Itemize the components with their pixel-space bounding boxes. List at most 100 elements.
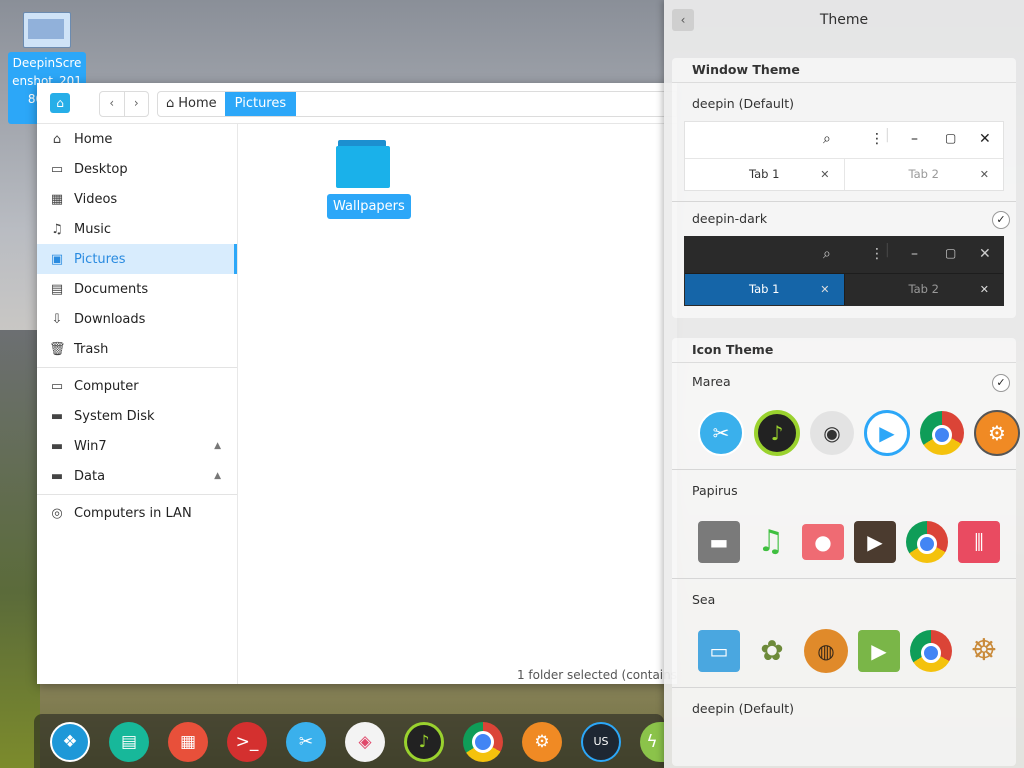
sidebar-item-home[interactable]: ⌂ Home xyxy=(37,124,237,154)
file-view[interactable]: Wallpapers 1 folder selected (contains xyxy=(238,124,677,684)
search-icon: ⌕ xyxy=(823,246,831,262)
file-manager-icon: ▭ xyxy=(698,630,740,672)
sidebar-item-trash[interactable]: 🗑 Trash xyxy=(37,334,237,364)
status-bar-text: 1 folder selected (contains xyxy=(516,668,677,682)
icon-theme-name: Papirus xyxy=(692,483,738,498)
navigation-buttons: ‹ › xyxy=(99,91,149,117)
folder-label: Wallpapers xyxy=(327,194,411,219)
sidebar-item-win7[interactable]: ▬ Win7 ▲ xyxy=(37,431,237,461)
preview-tab-2: Tab 2 ✕ xyxy=(843,274,1004,305)
icon-theme-header: Icon Theme xyxy=(672,338,1016,363)
chrome-icon[interactable] xyxy=(463,722,503,762)
minimize-icon: – xyxy=(911,131,918,147)
breadcrumb: ⌂ Home Pictures xyxy=(157,91,677,117)
maximize-icon: ▢ xyxy=(945,131,957,145)
settings-icon: ⚙ xyxy=(974,410,1020,456)
power-icon[interactable]: ϟ xyxy=(640,722,664,762)
home-icon: ⌂ xyxy=(52,131,62,147)
icon-theme-section: Icon Theme Marea ✓ ✂ ♪ ◉ ▶ ⚙ Papirus ▬ ♫… xyxy=(672,338,1020,766)
preview-tab-1: Tab 1 ✕ xyxy=(685,159,844,190)
sidebar-item-label: Desktop xyxy=(74,161,128,177)
music-icon: ♫ xyxy=(51,221,63,237)
forward-arrow-icon[interactable]: › xyxy=(123,92,149,116)
control-center-icon[interactable]: ▤ xyxy=(109,722,149,762)
sidebar-item-label: Downloads xyxy=(74,311,146,327)
keyboard-layout-icon[interactable]: US xyxy=(581,722,621,762)
sidebar-item-computers-in-lan[interactable]: ◎ Computers in LAN xyxy=(37,498,237,528)
sea-icon-preview[interactable]: ▭ ✿ ◍ ▶ ☸ xyxy=(672,617,1016,687)
tab-close-icon: ✕ xyxy=(820,168,830,181)
window-theme-name: deepin (Default) xyxy=(692,96,795,111)
panel-title: Theme xyxy=(819,12,869,28)
maximize-icon: ▢ xyxy=(945,246,957,260)
icon-theme-option-sea[interactable]: Sea xyxy=(672,583,1016,617)
downloads-icon: ⇩ xyxy=(51,311,63,327)
preview-tab-1: Tab 1 ✕ xyxy=(685,274,844,305)
keyboard-layout-label: US xyxy=(593,735,609,748)
music-icon: ♪ xyxy=(754,410,800,456)
app-store-icon[interactable]: ◈ xyxy=(345,722,385,762)
turtle-icon: ✿ xyxy=(760,634,784,667)
sidebar-item-data[interactable]: ▬ Data ▲ xyxy=(37,461,237,491)
sidebar-item-documents[interactable]: ▤ Documents xyxy=(37,274,237,304)
network-icon: ◎ xyxy=(51,505,63,521)
ship-wheel-icon: ☸ xyxy=(970,633,998,668)
icon-theme-option-papirus[interactable]: Papirus xyxy=(672,474,1016,508)
minimize-icon: – xyxy=(911,246,918,262)
sidebar-item-label: Videos xyxy=(74,191,118,207)
screenshot-thumbnail-icon xyxy=(23,12,71,48)
mixer-icon: ⫼ xyxy=(958,521,1000,563)
eject-icon[interactable]: ▲ xyxy=(214,471,221,481)
window-theme-option-deepin[interactable]: deepin (Default) xyxy=(672,87,1016,121)
documents-icon: ▤ xyxy=(50,281,64,297)
breadcrumb-home[interactable]: ⌂ Home xyxy=(158,92,225,116)
icon-theme-option-marea[interactable]: Marea ✓ xyxy=(672,365,1016,399)
sidebar-item-computer[interactable]: ▭ Computer xyxy=(37,371,237,401)
workspace-icon[interactable]: ▦ xyxy=(168,722,208,762)
trash-icon: 🗑 xyxy=(49,341,66,357)
window-theme-preview-light[interactable]: ⌕ ⋮ | – ▢ ✕ Tab 1 ✕ Tab 2 ✕ xyxy=(684,121,1004,191)
disk-icon: ▬ xyxy=(50,408,64,424)
music-icon[interactable]: ♪ xyxy=(404,722,444,762)
eject-icon[interactable]: ▲ xyxy=(214,441,221,451)
breadcrumb-current[interactable]: Pictures xyxy=(224,92,297,116)
icon-theme-option-deepin[interactable]: deepin (Default) xyxy=(672,692,1016,726)
disk-icon: ▬ xyxy=(50,468,64,484)
sidebar-item-downloads[interactable]: ⇩ Downloads xyxy=(37,304,237,334)
sidebar-item-videos[interactable]: ▦ Videos xyxy=(37,184,237,214)
window-theme-option-deepin-dark[interactable]: deepin-dark ✓ xyxy=(672,202,1016,236)
preview-tab-2: Tab 2 ✕ xyxy=(843,159,1004,190)
sidebar-item-pictures[interactable]: ▣ Pictures xyxy=(37,244,237,274)
screenshot-icon: ✂ xyxy=(698,410,744,456)
back-arrow-icon[interactable]: ‹ xyxy=(100,92,124,116)
papirus-icon-preview[interactable]: ▬ ♫ ● ▶ ⫼ xyxy=(672,508,1016,578)
folder-item[interactable]: Wallpapers xyxy=(327,140,411,219)
window-theme-preview-dark[interactable]: ⌕ ⋮ | – ▢ ✕ Tab 1 ✕ Tab 2 ✕ xyxy=(684,236,1004,306)
file-manager-logo-icon: ⌂ xyxy=(50,93,70,113)
sidebar-item-label: Computers in LAN xyxy=(74,505,192,521)
terminal-icon[interactable]: >_ xyxy=(227,722,267,762)
tab-close-icon: ✕ xyxy=(979,283,989,296)
theme-panel: ‹ Theme Window Theme deepin (Default) ⌕ … xyxy=(664,0,1024,768)
archive-icon: ▬ xyxy=(698,521,740,563)
menu-icon: ⋮ xyxy=(870,131,884,147)
checkmark-icon: ✓ xyxy=(992,374,1010,392)
sidebar-item-label: Computer xyxy=(74,378,139,394)
breadcrumb-home-label: Home xyxy=(178,96,217,111)
diver-helmet-icon: ◍ xyxy=(804,629,848,673)
sidebar-item-label: Trash xyxy=(74,341,109,357)
sidebar-divider xyxy=(37,367,237,368)
sidebar-item-label: Data xyxy=(74,468,106,484)
marea-icon-preview[interactable]: ✂ ♪ ◉ ▶ ⚙ xyxy=(672,399,1020,469)
chrome-icon xyxy=(920,411,964,455)
pictures-icon: ▣ xyxy=(50,251,64,267)
icon-theme-name: Sea xyxy=(692,592,716,607)
sidebar-item-desktop[interactable]: ▭ Desktop xyxy=(37,154,237,184)
sidebar-item-system-disk[interactable]: ▬ System Disk xyxy=(37,401,237,431)
sidebar-item-music[interactable]: ♫ Music xyxy=(37,214,237,244)
settings-icon[interactable]: ⚙ xyxy=(522,722,562,762)
launcher-icon[interactable]: ❖ xyxy=(50,722,90,762)
checkmark-icon: ✓ xyxy=(992,211,1010,229)
window-theme-header: Window Theme xyxy=(672,58,1016,83)
screenshot-icon[interactable]: ✂ xyxy=(286,722,326,762)
